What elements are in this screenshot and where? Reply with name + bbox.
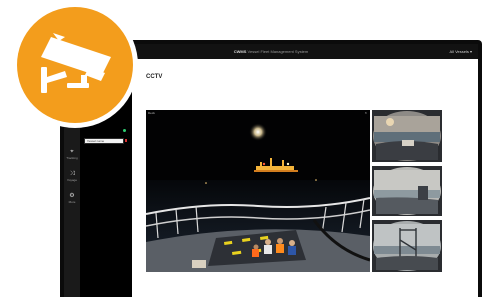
route-icon: ⤨ xyxy=(69,171,75,177)
cctv-badge xyxy=(12,2,138,128)
app-title-rest: Vessel Fleet Management System xyxy=(247,49,309,54)
close-icon[interactable]: × xyxy=(365,110,367,115)
rail-item-label: Tracking xyxy=(66,156,78,160)
cctv-camera-icon xyxy=(41,33,111,93)
rail-item-label: Voyage xyxy=(66,178,77,182)
app-title-brand: CWMS xyxy=(233,49,247,54)
night-deck-view xyxy=(146,110,370,272)
camera-thumbnail-3[interactable] xyxy=(372,220,442,272)
selection-marker xyxy=(125,139,127,142)
status-indicator xyxy=(123,129,126,132)
main-camera-feed[interactable]: Deck × xyxy=(146,110,370,272)
rail-item-tracking[interactable]: ⌖ Tracking xyxy=(64,148,80,168)
feed-label: Deck xyxy=(148,111,155,115)
rail-item-more[interactable]: ⚙ More xyxy=(64,192,80,212)
crane-deck-view xyxy=(372,220,442,272)
overcast-sea-view xyxy=(372,166,442,216)
sunset-sea-view xyxy=(372,110,442,162)
rail-item-voyage[interactable]: ⤨ Voyage xyxy=(64,170,80,190)
vessel-search-input[interactable]: Vessel name xyxy=(84,138,124,144)
page-title: CCTV xyxy=(146,74,163,80)
gear-icon: ⚙ xyxy=(69,193,75,199)
camera-thumbnail-2[interactable] xyxy=(372,166,442,216)
cctv-badge-circle xyxy=(17,7,133,123)
map-pin-icon: ⌖ xyxy=(70,149,74,155)
camera-thumbnail-1[interactable] xyxy=(372,110,442,162)
vessel-selector[interactable]: All Vessels ▾ xyxy=(450,44,472,59)
rail-item-label: More xyxy=(68,200,76,204)
